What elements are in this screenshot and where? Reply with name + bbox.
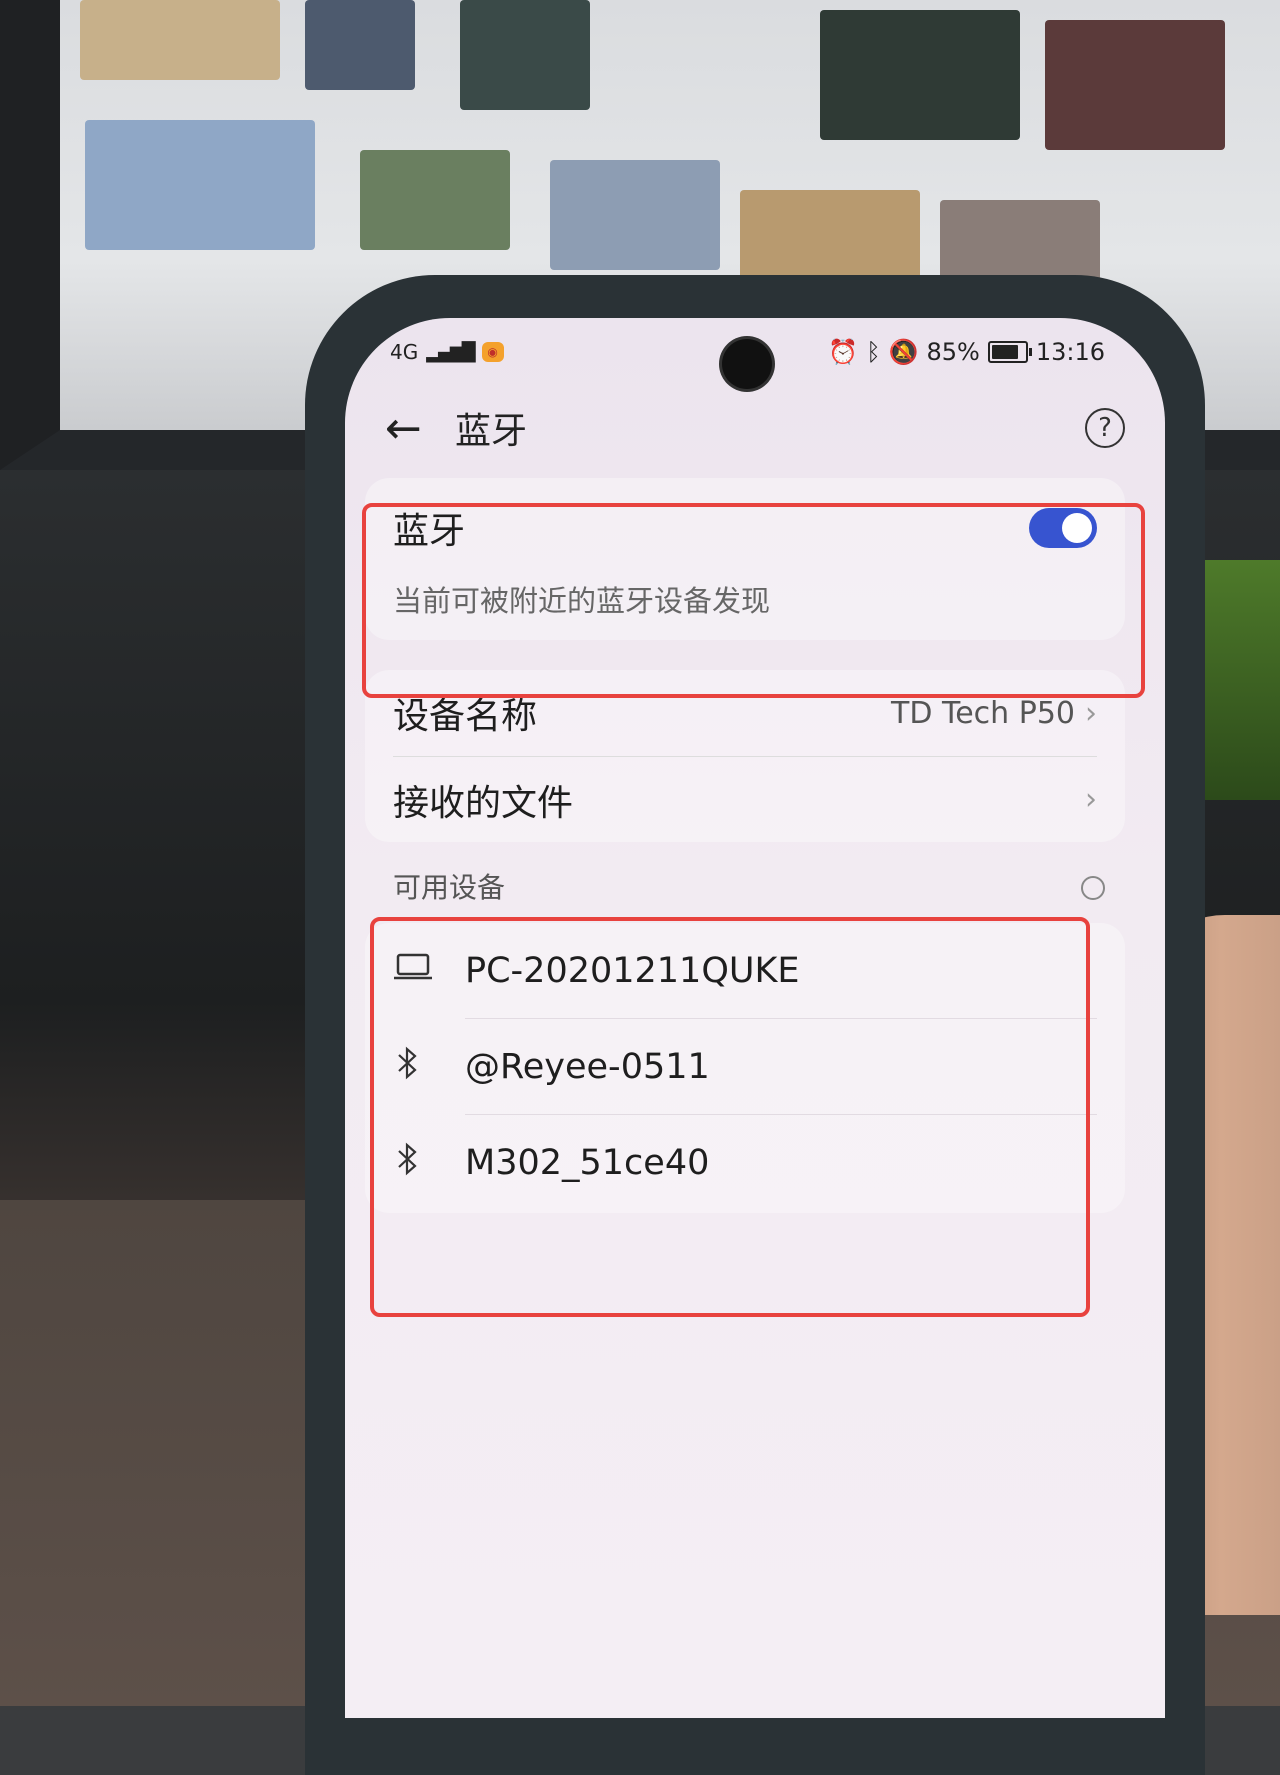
weibo-icon: ◉	[481, 342, 504, 362]
received-files-label: 接收的文件	[393, 782, 574, 824]
front-camera	[722, 339, 772, 389]
device-name-value: TD Tech P50	[891, 695, 1075, 731]
signal-bars-icon: ▂▄▆█	[426, 341, 475, 363]
help-icon[interactable]: ?	[1085, 408, 1125, 448]
back-arrow-icon[interactable]: ←	[385, 403, 445, 454]
received-files-row[interactable]: 接收的文件 ›	[365, 757, 1125, 842]
chevron-right-icon: ›	[1085, 695, 1097, 731]
bluetooth-status-icon: ᛒ	[866, 338, 881, 366]
highlight-box-available-devices	[370, 917, 1090, 1317]
page-title: 蓝牙	[455, 411, 528, 452]
available-devices-label: 可用设备	[393, 871, 506, 904]
status-bar-right: ⏰ ᛒ 🔕 85% 13:16	[828, 338, 1105, 366]
chevron-right-icon: ›	[1085, 782, 1097, 817]
scanning-spinner-icon	[1081, 876, 1105, 900]
app-bar: ← 蓝牙 ?	[385, 393, 1125, 463]
battery-percent: 85%	[926, 338, 980, 366]
battery-icon	[987, 341, 1032, 363]
status-bar-left: 4G ▂▄▆█ ◉	[390, 340, 504, 364]
clock: 13:16	[1035, 338, 1105, 366]
highlight-box-bluetooth-toggle	[362, 503, 1145, 698]
alarm-icon: ⏰	[828, 338, 859, 366]
mute-icon: 🔕	[888, 338, 919, 366]
signal-icon: 4G	[390, 340, 419, 364]
